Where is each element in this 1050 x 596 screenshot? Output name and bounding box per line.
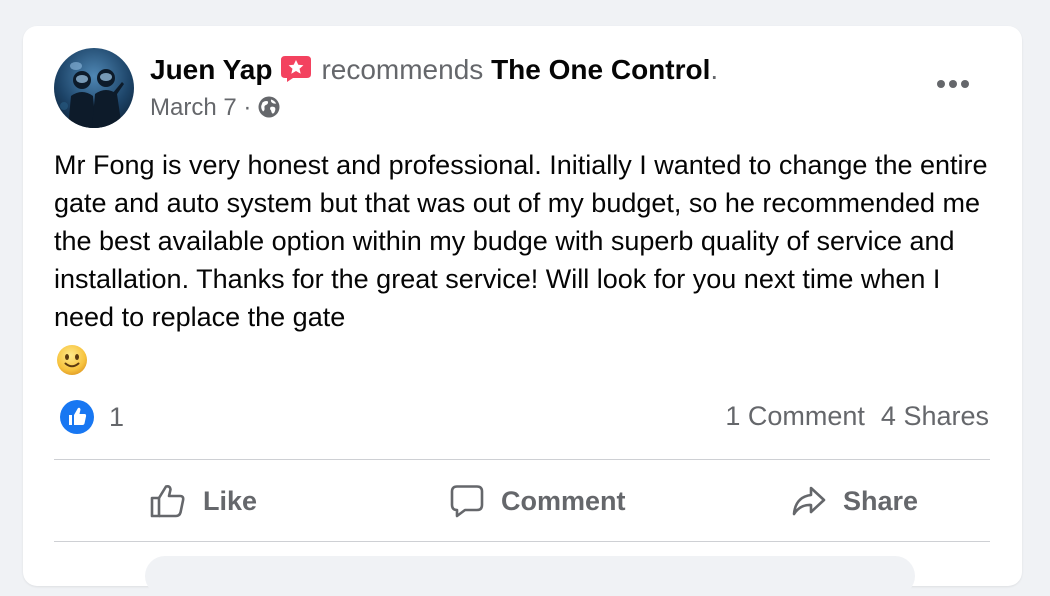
divider (54, 541, 990, 542)
like-button[interactable]: Like (149, 461, 257, 541)
recommends-text: recommends (321, 54, 484, 85)
post-body: Mr Fong is very honest and professional.… (54, 150, 988, 332)
post-actions: Like Comment Share (54, 461, 990, 541)
more-options-icon[interactable] (931, 74, 979, 94)
like-reaction-icon (60, 400, 94, 434)
comment-bubble-icon (450, 485, 484, 518)
engagement-stats: 1 Comment 4 Shares (725, 401, 989, 432)
share-arrow-icon (792, 486, 826, 516)
comment-button[interactable]: Comment (449, 461, 626, 541)
recommend-star-icon (281, 56, 312, 82)
post-card: Juen Yap recommends The One Control. Mar… (23, 26, 1022, 596)
share-button[interactable]: Share (791, 461, 918, 541)
comment-box[interactable] (145, 556, 915, 596)
comment-label: Comment (501, 485, 626, 516)
avatar-photo (54, 48, 134, 128)
globe-icon (258, 96, 280, 118)
like-label: Like (203, 485, 258, 516)
share-count-link[interactable]: 4 Shares (881, 401, 989, 431)
post-meta: March 7 · (150, 94, 280, 122)
divider (54, 459, 990, 460)
page-name-link[interactable]: The One Control (491, 54, 710, 85)
meta-separator: · (236, 94, 259, 121)
comment-count-link[interactable]: 1 Comment (725, 401, 865, 431)
author-name[interactable]: Juen Yap (150, 54, 272, 85)
avatar[interactable] (54, 48, 134, 128)
header-period: . (710, 54, 719, 85)
share-label: Share (843, 485, 919, 516)
thumbs-up-icon (150, 485, 185, 518)
post-date[interactable]: March 7 (150, 94, 237, 121)
post-header: Juen Yap recommends The One Control. (150, 54, 718, 86)
slightly-smiling-face-icon (57, 345, 87, 375)
reaction-count: 1 (109, 401, 125, 432)
reaction-summary[interactable]: 1 (59, 399, 124, 435)
